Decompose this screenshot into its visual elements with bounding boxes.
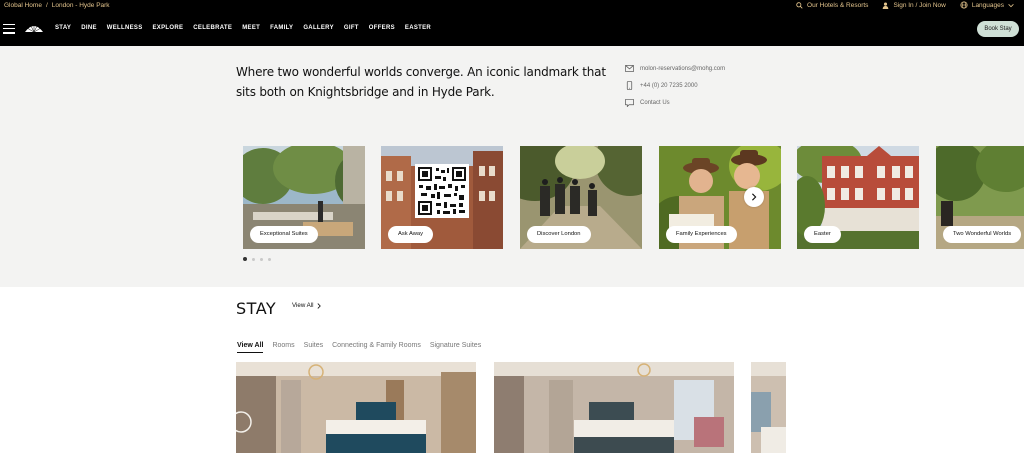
sign-in-label: Sign In / Join Now	[893, 1, 946, 9]
room-card-2[interactable]	[494, 362, 734, 453]
languages-selector[interactable]: Languages	[960, 1, 1014, 9]
email-text: molon-reservations@mohg.com	[640, 65, 726, 72]
menu-item-gift[interactable]: GIFT	[344, 25, 359, 31]
card-label-discover-london: Discover London	[527, 226, 591, 243]
tab-view-all[interactable]: View All	[237, 342, 264, 353]
carousel-card-ask-away[interactable]: Ask Away	[381, 146, 503, 249]
card-label-easter: Easter	[804, 226, 841, 243]
room-image-1	[236, 362, 476, 453]
room-image-3	[751, 362, 786, 453]
menu-item-stay[interactable]: STAY	[55, 25, 71, 31]
primary-menu: STAY DINE WELLNESS EXPLORE CELEBRATE MEE…	[55, 25, 431, 31]
breadcrumb-separator: /	[45, 2, 48, 9]
intro-section: Where two wonderful worlds converge. An …	[0, 46, 1024, 287]
menu-item-meet[interactable]: MEET	[242, 25, 260, 31]
menu-icon[interactable]	[3, 24, 15, 34]
tab-signature-suites[interactable]: Signature Suites	[430, 342, 481, 353]
stay-heading: STAY	[236, 299, 277, 318]
room-card-1[interactable]	[236, 362, 476, 453]
breadcrumb: Global Home / London - Hyde Park	[4, 2, 110, 9]
envelope-icon	[625, 65, 634, 72]
our-hotels-label: Our Hotels & Resorts	[807, 1, 869, 9]
menu-item-celebrate[interactable]: CELEBRATE	[193, 25, 232, 31]
our-hotels-link[interactable]: Our Hotels & Resorts	[796, 2, 868, 9]
chevron-down-icon	[1008, 3, 1014, 7]
view-all-label: View All	[292, 302, 314, 309]
card-label-two-wonderful-worlds: Two Wonderful Worlds	[943, 226, 1022, 243]
breadcrumb-global-home[interactable]: Global Home	[4, 2, 42, 9]
phone-link[interactable]: +44 (0) 20 7235 2000	[625, 77, 725, 94]
globe-icon	[960, 1, 968, 9]
phone-icon	[626, 81, 633, 90]
tab-connecting-family-rooms[interactable]: Connecting & Family Rooms	[332, 342, 421, 353]
menu-item-wellness[interactable]: WELLNESS	[107, 25, 143, 31]
stay-tabs: View All Rooms Suites Connecting & Famil…	[237, 342, 481, 353]
carousel-card-two-wonderful-worlds[interactable]: Two Wonderful Worlds	[936, 146, 1024, 249]
menu-item-offers[interactable]: OFFERS	[369, 25, 395, 31]
menu-item-explore[interactable]: EXPLORE	[153, 25, 184, 31]
menu-item-dine[interactable]: DINE	[81, 25, 97, 31]
room-image-2	[494, 362, 734, 453]
tab-suites[interactable]: Suites	[304, 342, 323, 353]
search-icon	[796, 1, 803, 9]
menu-item-easter[interactable]: EASTER	[405, 25, 431, 31]
room-card-3[interactable]	[751, 362, 786, 453]
utility-bar: Global Home / London - Hyde Park Our Hot…	[0, 0, 1024, 13]
phone-text: +44 (0) 20 7235 2000	[640, 82, 698, 89]
contact-list: molon-reservations@mohg.com +44 (0) 20 7…	[625, 60, 725, 111]
intro-lead-text: Where two wonderful worlds converge. An …	[236, 65, 606, 99]
card-label-exceptional-suites: Exceptional Suites	[250, 226, 318, 243]
email-link[interactable]: molon-reservations@mohg.com	[625, 60, 725, 77]
carousel-card-exceptional-suites[interactable]: Exceptional Suites	[243, 146, 365, 249]
menu-item-gallery[interactable]: GALLERY	[303, 25, 334, 31]
sign-in-link[interactable]: Sign In / Join Now	[882, 1, 946, 9]
chat-icon	[625, 98, 634, 107]
contact-us-link[interactable]: Contact Us	[625, 94, 725, 111]
carousel-card-discover-london[interactable]: Discover London	[520, 146, 642, 249]
chevron-right-icon	[752, 193, 757, 201]
carousel-dot-1[interactable]	[243, 257, 247, 261]
carousel-card-easter[interactable]: Easter	[797, 146, 919, 249]
card-label-family-experiences: Family Experiences	[666, 226, 737, 243]
carousel-next-button[interactable]	[744, 187, 764, 207]
breadcrumb-current[interactable]: London - Hyde Park	[52, 2, 110, 9]
contact-us-text: Contact Us	[640, 99, 670, 106]
carousel-dot-4[interactable]	[268, 257, 271, 261]
fan-logo-icon[interactable]	[24, 24, 44, 33]
carousel-dot-2[interactable]	[252, 257, 255, 261]
user-icon	[883, 2, 889, 9]
carousel-dot-3[interactable]	[260, 257, 263, 261]
stay-view-all-link[interactable]: View All	[292, 302, 321, 309]
tab-rooms[interactable]: Rooms	[272, 342, 294, 353]
carousel-pagination	[243, 257, 271, 261]
chevron-right-icon	[317, 302, 321, 309]
book-stay-button[interactable]: Book Stay	[977, 21, 1019, 37]
main-navigation: STAY DINE WELLNESS EXPLORE CELEBRATE MEE…	[0, 13, 1024, 46]
languages-label: Languages	[971, 1, 1004, 9]
carousel: Exceptional Suites Ask Away Discover Lon…	[243, 146, 1024, 250]
card-label-ask-away: Ask Away	[388, 226, 434, 243]
menu-item-family[interactable]: FAMILY	[270, 25, 293, 31]
